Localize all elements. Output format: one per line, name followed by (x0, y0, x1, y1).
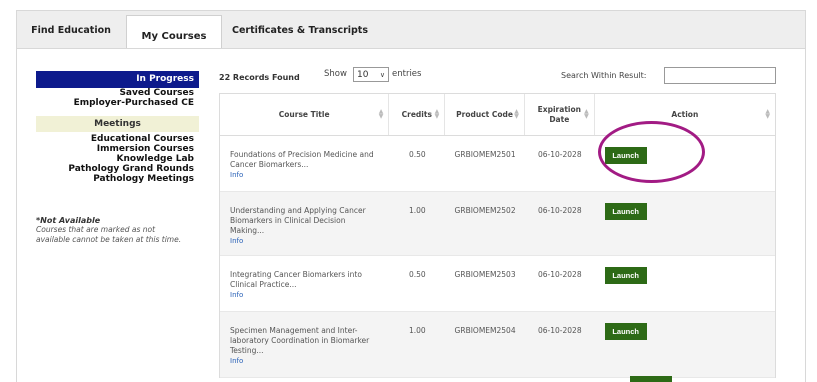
column-header-label: Course Title (278, 109, 330, 119)
credits-cell: 0.50 (408, 270, 426, 279)
course-title: Foundations of Precision Medicine and Ca… (230, 150, 374, 169)
sidebar-item-employer-purchased-ce[interactable]: Employer-Purchased CE (36, 98, 199, 108)
info-link[interactable]: Info (230, 170, 381, 180)
column-header-expiration-date[interactable]: Expiration Date ▲ ▼ (525, 94, 595, 135)
tab-certificates-transcripts[interactable]: Certificates & Transcripts (225, 11, 375, 49)
records-found: 22 Records Found (219, 73, 300, 82)
column-header-label: Product Code (456, 109, 513, 119)
content-panel: In Progress Saved Courses Employer-Purch… (16, 48, 806, 382)
course-title-cell: Understanding and Applying Cancer Biomar… (220, 192, 389, 255)
sidebar-item-knowledge-lab[interactable]: Knowledge Lab (36, 154, 199, 164)
chevron-down-icon: ∨ (379, 70, 385, 79)
sidebar-item-educational-courses[interactable]: Educational Courses (36, 134, 199, 144)
expiration-date-cell: 06-10-2028 (538, 206, 582, 215)
sidebar-meetings-group: Educational Courses Immersion Courses Kn… (36, 134, 199, 184)
entries-label: entries (392, 69, 422, 79)
expiration-date-cell: 06-10-2028 (538, 150, 582, 159)
info-link[interactable]: Info (230, 356, 381, 366)
credits-cell: 0.50 (408, 150, 426, 159)
course-title: Understanding and Applying Cancer Biomar… (230, 206, 366, 235)
table-row: Integrating Cancer Biomarkers into Clini… (220, 256, 775, 312)
column-header-course-title[interactable]: Course Title ▲ ▼ (220, 94, 390, 135)
product-code-cell: GRBIOMEM2503 (454, 270, 516, 279)
tab-bar: Find Education My Courses Certificates &… (16, 10, 806, 56)
launch-button[interactable]: Launch (604, 147, 647, 164)
entries-per-page-value: 10 (357, 69, 369, 80)
course-title: Specimen Management and Inter-laboratory… (230, 326, 370, 355)
column-header-label: Expiration Date (537, 104, 581, 124)
courses-table: Course Title ▲ ▼ Credits ▲ ▼ Product Code ▲ ▼ … (219, 93, 776, 378)
column-header-product-code[interactable]: Product Code ▲ ▼ (445, 94, 525, 135)
entries-per-page-select[interactable]: 10 ∨ (353, 67, 389, 82)
credits-cell: 1.00 (408, 206, 426, 215)
sidebar-item-pathology-grand-rounds[interactable]: Pathology Grand Rounds (36, 164, 199, 174)
info-link[interactable]: Info (230, 236, 381, 246)
table-row: Foundations of Precision Medicine and Ca… (220, 136, 775, 192)
search-label: Search Within Result: (561, 71, 647, 80)
course-title: Integrating Cancer Biomarkers into Clini… (230, 270, 362, 289)
course-title-cell: Integrating Cancer Biomarkers into Clini… (220, 256, 389, 311)
sidebar-item-pathology-meetings[interactable]: Pathology Meetings (36, 174, 199, 184)
course-title-cell: Foundations of Precision Medicine and Ca… (220, 136, 389, 191)
info-link[interactable]: Info (230, 290, 381, 300)
expiration-date-cell: 06-10-2028 (538, 326, 582, 335)
column-header-label: Credits (401, 109, 432, 119)
launch-button[interactable]: Launch (604, 267, 647, 284)
not-available-text: Courses that are marked as not available… (36, 225, 182, 244)
sidebar: In Progress Saved Courses Employer-Purch… (36, 71, 199, 245)
action-cell: Launch (595, 312, 775, 377)
tab-find-education[interactable]: Find Education (17, 11, 125, 49)
table-header: Course Title ▲ ▼ Credits ▲ ▼ Product Code ▲ ▼ … (220, 94, 775, 136)
product-code-cell: GRBIOMEM2504 (454, 326, 516, 335)
action-cell: Launch (595, 192, 775, 255)
action-cell: Launch (595, 136, 775, 191)
sidebar-item-in-progress[interactable]: In Progress (36, 71, 199, 88)
show-label: Show (324, 69, 347, 79)
column-header-action[interactable]: Action ▲ ▼ (595, 94, 775, 135)
sidebar-meetings-header: Meetings (36, 116, 199, 132)
not-available-title: *Not Available (36, 216, 101, 225)
sort-icon: ▲ ▼ (514, 108, 519, 120)
sort-icon: ▲ ▼ (378, 108, 384, 120)
product-code-cell: GRBIOMEM2501 (454, 150, 516, 159)
table-row: Specimen Management and Inter-laboratory… (220, 312, 775, 378)
sidebar-item-saved-courses[interactable]: Saved Courses (36, 88, 199, 98)
course-title-cell: Specimen Management and Inter-laboratory… (220, 312, 389, 377)
search-input[interactable] (664, 67, 776, 84)
column-header-label: Action (671, 109, 699, 119)
product-code-cell: GRBIOMEM2502 (454, 206, 516, 215)
action-cell: Launch (595, 256, 775, 311)
sort-icon: ▲ ▼ (434, 108, 440, 120)
credits-cell: 1.00 (408, 326, 426, 335)
launch-button-partial[interactable] (630, 376, 672, 382)
column-header-credits[interactable]: Credits ▲ ▼ (389, 94, 446, 135)
launch-button[interactable]: Launch (604, 203, 647, 220)
launch-button[interactable]: Launch (604, 323, 647, 340)
sort-icon: ▲ ▼ (584, 108, 589, 120)
sidebar-item-immersion-courses[interactable]: Immersion Courses (36, 144, 199, 154)
expiration-date-cell: 06-10-2028 (538, 270, 582, 279)
table-row: Understanding and Applying Cancer Biomar… (220, 192, 775, 256)
sort-icon: ▲ ▼ (765, 108, 770, 120)
